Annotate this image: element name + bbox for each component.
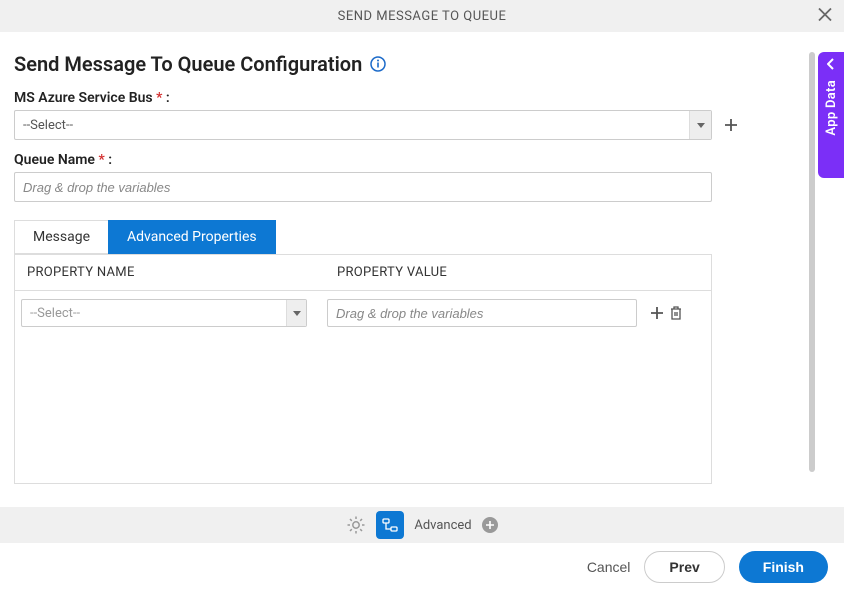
footer: Cancel Prev Finish [0, 543, 844, 591]
row-actions [649, 305, 683, 321]
page-title-text: Send Message To Queue Configuration [14, 52, 362, 76]
prev-button[interactable]: Prev [644, 551, 724, 583]
app-data-side-tab[interactable]: App Data [818, 52, 844, 178]
properties-header: PROPERTY NAME PROPERTY VALUE [15, 255, 711, 291]
scrollbar[interactable] [809, 52, 815, 472]
side-tab-label: App Data [824, 80, 839, 136]
add-service-bus-button[interactable] [720, 114, 742, 136]
required-mark: * [156, 90, 162, 106]
chevron-left-icon [827, 58, 835, 74]
property-name-select-wrap: --Select-- [21, 299, 307, 327]
midbar: Advanced [0, 507, 844, 543]
tab-message[interactable]: Message [14, 220, 108, 254]
service-bus-select[interactable]: --Select-- [14, 110, 712, 140]
dialog-title: SEND MESSAGE TO QUEUE [338, 9, 507, 24]
info-icon[interactable] [370, 56, 386, 72]
close-icon[interactable] [818, 6, 832, 27]
property-name-select[interactable]: --Select-- [21, 299, 307, 327]
service-bus-label: MS Azure Service Bus * : [14, 90, 830, 106]
tabs: Message Advanced Properties [14, 220, 830, 254]
advanced-add-button[interactable] [482, 517, 498, 533]
col-property-value: PROPERTY VALUE [325, 255, 711, 290]
gear-icon[interactable] [346, 515, 366, 535]
queue-name-label: Queue Name * : [14, 152, 830, 168]
service-bus-select-wrap: --Select-- [14, 110, 712, 140]
properties-table: PROPERTY NAME PROPERTY VALUE --Select-- [14, 254, 712, 484]
service-bus-group: MS Azure Service Bus * : --Select-- [14, 90, 830, 140]
cancel-button[interactable]: Cancel [587, 559, 631, 575]
workflow-icon[interactable] [376, 511, 404, 539]
required-mark: * [98, 152, 104, 168]
col-property-name: PROPERTY NAME [15, 255, 325, 290]
queue-name-group: Queue Name * : [14, 152, 830, 202]
scrollbar-thumb[interactable] [809, 52, 815, 472]
property-row: --Select-- [15, 291, 711, 335]
advanced-label: Advanced [414, 518, 471, 533]
delete-row-button[interactable] [669, 305, 683, 321]
main-content: Send Message To Queue Configuration MS A… [0, 32, 844, 484]
dialog-header: SEND MESSAGE TO QUEUE [0, 0, 844, 32]
queue-name-input[interactable] [14, 172, 712, 202]
property-value-input[interactable] [327, 299, 637, 327]
tab-advanced-properties[interactable]: Advanced Properties [108, 220, 276, 254]
service-bus-row: --Select-- [14, 110, 830, 140]
add-row-button[interactable] [649, 305, 665, 321]
finish-button[interactable]: Finish [739, 551, 828, 583]
page-title: Send Message To Queue Configuration [14, 52, 830, 76]
